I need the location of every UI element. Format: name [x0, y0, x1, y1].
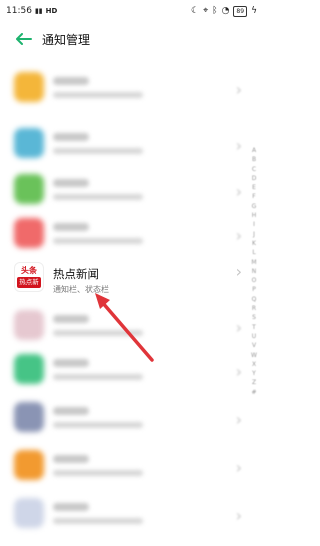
annotation-arrow: [95, 293, 154, 362]
